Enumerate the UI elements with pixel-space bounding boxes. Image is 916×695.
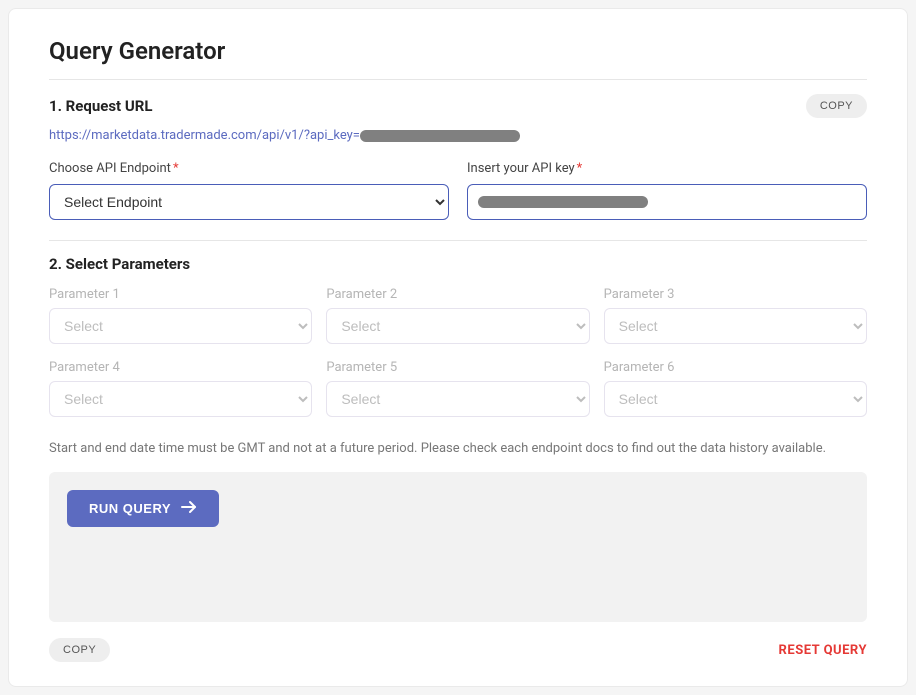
param-4-select[interactable]: Select xyxy=(49,381,312,417)
endpoint-select[interactable]: Select Endpoint xyxy=(49,184,449,220)
parameter-grid: Parameter 1 Select Parameter 2 Select Pa… xyxy=(49,287,867,417)
section1-header: 1. Request URL COPY xyxy=(49,94,867,118)
param-label: Parameter 3 xyxy=(604,287,867,302)
param-5-select[interactable]: Select xyxy=(326,381,589,417)
run-query-label: RUN QUERY xyxy=(89,501,171,516)
section2-title: 2. Select Parameters xyxy=(49,255,867,273)
reset-query-link[interactable]: RESET QUERY xyxy=(779,643,867,658)
required-asterisk: * xyxy=(577,161,583,176)
param-label: Parameter 4 xyxy=(49,360,312,375)
redacted-apikey-value xyxy=(478,196,648,208)
redacted-api-key xyxy=(360,130,520,142)
copy-result-button[interactable]: COPY xyxy=(49,638,110,662)
param-4: Parameter 4 Select xyxy=(49,360,312,417)
divider xyxy=(49,240,867,241)
arrow-right-icon xyxy=(181,500,197,517)
apikey-label: Insert your API key* xyxy=(467,161,867,176)
param-2: Parameter 2 Select xyxy=(326,287,589,344)
param-2-select[interactable]: Select xyxy=(326,308,589,344)
param-3-select[interactable]: Select xyxy=(604,308,867,344)
apikey-input[interactable] xyxy=(467,184,867,220)
param-1: Parameter 1 Select xyxy=(49,287,312,344)
result-panel: RUN QUERY xyxy=(49,472,867,622)
param-label: Parameter 1 xyxy=(49,287,312,302)
footer-row: COPY RESET QUERY xyxy=(49,638,867,662)
required-asterisk: * xyxy=(173,161,179,176)
param-3: Parameter 3 Select xyxy=(604,287,867,344)
section1-title: 1. Request URL xyxy=(49,97,152,115)
param-label: Parameter 5 xyxy=(326,360,589,375)
page-title: Query Generator xyxy=(49,37,867,65)
request-url-link[interactable]: https://marketdata.tradermade.com/api/v1… xyxy=(49,128,360,143)
apikey-col: Insert your API key* xyxy=(467,161,867,220)
request-url-display: https://marketdata.tradermade.com/api/v1… xyxy=(49,128,867,143)
param-label: Parameter 2 xyxy=(326,287,589,302)
param-1-select[interactable]: Select xyxy=(49,308,312,344)
run-query-button[interactable]: RUN QUERY xyxy=(67,490,219,527)
param-label: Parameter 6 xyxy=(604,360,867,375)
param-5: Parameter 5 Select xyxy=(326,360,589,417)
endpoint-label: Choose API Endpoint* xyxy=(49,161,449,176)
param-6: Parameter 6 Select xyxy=(604,360,867,417)
copy-url-button[interactable]: COPY xyxy=(806,94,867,118)
param-6-select[interactable]: Select xyxy=(604,381,867,417)
parameter-note: Start and end date time must be GMT and … xyxy=(49,441,867,456)
query-generator-card: Query Generator 1. Request URL COPY http… xyxy=(8,8,908,687)
endpoint-apikey-row: Choose API Endpoint* Select Endpoint Ins… xyxy=(49,161,867,220)
endpoint-col: Choose API Endpoint* Select Endpoint xyxy=(49,161,449,220)
divider xyxy=(49,79,867,80)
